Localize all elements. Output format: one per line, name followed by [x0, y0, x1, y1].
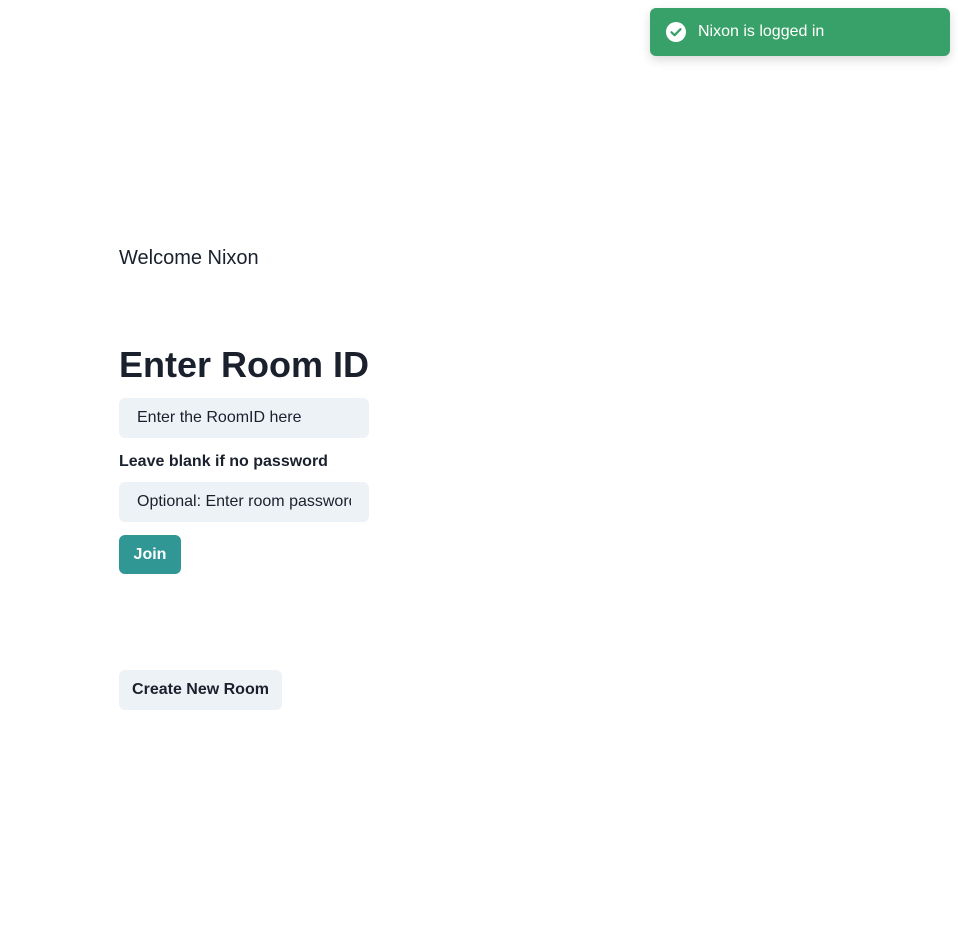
- password-hint-label: Leave blank if no password: [119, 453, 328, 470]
- room-id-input[interactable]: [119, 398, 369, 438]
- check-circle-icon: [666, 22, 686, 42]
- room-password-input[interactable]: [119, 482, 369, 522]
- toast-message: Nixon is logged in: [698, 23, 825, 40]
- welcome-message: Welcome Nixon: [119, 247, 259, 269]
- create-new-room-button[interactable]: Create New Room: [119, 670, 282, 710]
- login-toast: Nixon is logged in: [650, 8, 950, 56]
- join-button[interactable]: Join: [119, 535, 181, 574]
- page-title: Enter Room ID: [119, 344, 370, 385]
